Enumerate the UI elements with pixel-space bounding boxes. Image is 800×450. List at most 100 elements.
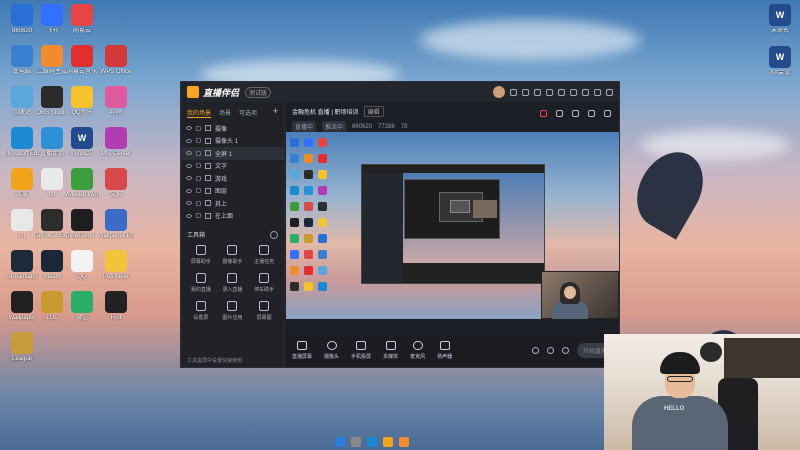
- edge-icon[interactable]: [367, 437, 377, 447]
- camera-button[interactable]: 摄像头: [324, 340, 339, 360]
- scene-item[interactable]: 摄像头 1: [181, 135, 284, 148]
- tool-item[interactable]: 摄像助手: [217, 245, 249, 265]
- media-button[interactable]: 多媒体: [383, 340, 398, 360]
- menu-icon[interactable]: [570, 88, 577, 96]
- desktop-icon[interactable]: VMware Workstation: [64, 168, 100, 199]
- desktop-icon[interactable]: W XX会议: [762, 46, 798, 77]
- eye-icon[interactable]: [186, 188, 192, 193]
- preview-icon: [304, 154, 313, 163]
- scene-item[interactable]: 全屏 1: [181, 147, 284, 160]
- desktop-icon-label: 微信: [75, 315, 88, 321]
- lock-icon[interactable]: [196, 200, 201, 206]
- search-icon[interactable]: [351, 437, 361, 447]
- lock-icon[interactable]: [196, 175, 201, 181]
- stream-preview[interactable]: [286, 132, 619, 319]
- preview-icon: [290, 282, 299, 291]
- tool-item[interactable]: 屏幕图: [248, 301, 280, 321]
- tab-scenes[interactable]: 场景: [219, 108, 231, 118]
- desktop-icon[interactable]: 文档: [98, 168, 134, 199]
- lock-icon[interactable]: [196, 138, 201, 144]
- room-header: 金融危机 直播 | 职场培训 编辑 直播中 推流中 860620 77288 7…: [286, 102, 619, 132]
- refresh-icon[interactable]: [522, 88, 529, 96]
- desktop-icon[interactable]: Riot: [98, 291, 134, 322]
- desktop-icon[interactable]: Wallpaper Engine: [98, 209, 134, 240]
- scene-item[interactable]: 游戏: [181, 172, 284, 185]
- scene-item[interactable]: 在上面: [181, 210, 284, 223]
- eye-icon[interactable]: [186, 201, 192, 206]
- phone-cast-button[interactable]: 手机投屏: [351, 340, 371, 360]
- desktop-icon-label: 未命名: [770, 28, 789, 34]
- desktop-icon[interactable]: WPS Office: [98, 45, 134, 76]
- eye-icon[interactable]: [186, 213, 192, 218]
- tool-item[interactable]: 录入直播: [217, 273, 249, 293]
- lock-icon[interactable]: [556, 110, 563, 117]
- more-icon[interactable]: [270, 230, 278, 239]
- desktop-icon[interactable]: PotPlayer: [98, 250, 134, 281]
- scene-icon: [205, 212, 211, 219]
- window-controls: [493, 86, 613, 98]
- explorer-icon[interactable]: [383, 437, 393, 447]
- lock-icon[interactable]: [196, 150, 201, 156]
- eye-icon[interactable]: [186, 176, 192, 181]
- tab-my-scenes[interactable]: 我的场景: [187, 108, 212, 118]
- minimize-icon[interactable]: [582, 88, 589, 96]
- preview-icon: [318, 170, 327, 179]
- windows-start-icon[interactable]: [335, 437, 345, 447]
- tool-item[interactable]: 我的直播: [185, 273, 217, 293]
- eye-icon[interactable]: [186, 138, 192, 143]
- speaker-button[interactable]: 扬声器: [437, 340, 452, 360]
- add-scene-icon[interactable]: +: [273, 107, 278, 118]
- scene-icon: [205, 162, 211, 169]
- screen-capture-button[interactable]: 直播屏幕: [292, 340, 312, 360]
- tool-item[interactable]: 设置屏: [185, 301, 217, 321]
- scene-item[interactable]: 图层: [181, 185, 284, 198]
- eye-icon[interactable]: [186, 151, 192, 156]
- eye-icon[interactable]: [546, 346, 554, 354]
- microphone-button[interactable]: 麦克风: [410, 340, 425, 360]
- notification-icon[interactable]: [540, 110, 547, 117]
- scene-item[interactable]: 文字: [181, 160, 284, 173]
- tab-options[interactable]: 可选项: [239, 108, 257, 118]
- share-icon[interactable]: [572, 110, 579, 117]
- desktop-icon[interactable]: W 未命名: [762, 4, 798, 35]
- chat-icon[interactable]: [534, 88, 541, 96]
- tool-item[interactable]: 停车助手: [248, 273, 280, 293]
- desktop-icon[interactable]: League: [4, 332, 40, 363]
- scene-item[interactable]: 摄像: [181, 122, 284, 135]
- desktop-icon[interactable]: 网易云: [64, 4, 100, 35]
- bell-icon[interactable]: [588, 110, 595, 117]
- preview-icon: [304, 218, 313, 227]
- desktop-icon[interactable]: 网易云音乐: [64, 45, 100, 76]
- settings-icon[interactable]: [558, 88, 565, 96]
- gear-icon[interactable]: [561, 346, 569, 354]
- desktop-icon[interactable]: W WinSCP: [64, 127, 100, 158]
- edit-button[interactable]: 编辑: [363, 106, 384, 117]
- desktop-icon[interactable]: QQ音乐: [64, 86, 100, 117]
- headset-icon[interactable]: [510, 88, 517, 96]
- tool-icon: [259, 301, 270, 311]
- scene-item[interactable]: 其上: [181, 197, 284, 210]
- record-icon[interactable]: [531, 346, 539, 354]
- tool-item[interactable]: 主播任务: [248, 245, 280, 265]
- lock-icon[interactable]: [196, 188, 201, 194]
- settings-icon[interactable]: [604, 110, 611, 117]
- lock-icon[interactable]: [196, 213, 201, 219]
- room-title[interactable]: 金融危机 直播 | 职场培训: [292, 107, 359, 116]
- desktop-icon[interactable]: 微信: [64, 291, 100, 322]
- tool-item[interactable]: 图片应用: [217, 301, 249, 321]
- gift-icon[interactable]: [546, 88, 553, 96]
- lock-icon[interactable]: [196, 163, 201, 169]
- lock-icon[interactable]: [196, 125, 201, 131]
- close-icon[interactable]: [606, 88, 613, 96]
- tool-grid: 屏幕助手 摄像助手 主播任务我的直播 录入直播 停车助手设置屏 图片应用 屏幕图: [181, 243, 284, 323]
- desktop-icon[interactable]: QQ: [64, 250, 100, 281]
- desktop-icon[interactable]: 哔哩: [98, 86, 134, 117]
- avatar[interactable]: [493, 86, 505, 98]
- desktop-icon[interactable]: MSI Center: [98, 127, 134, 158]
- eye-icon[interactable]: [186, 163, 192, 168]
- desktop-icon[interactable]: WeGame: [64, 209, 100, 240]
- live-app-icon[interactable]: [399, 437, 409, 447]
- eye-icon[interactable]: [186, 126, 192, 131]
- maximize-icon[interactable]: [594, 88, 601, 96]
- tool-item[interactable]: 屏幕助手: [185, 245, 217, 265]
